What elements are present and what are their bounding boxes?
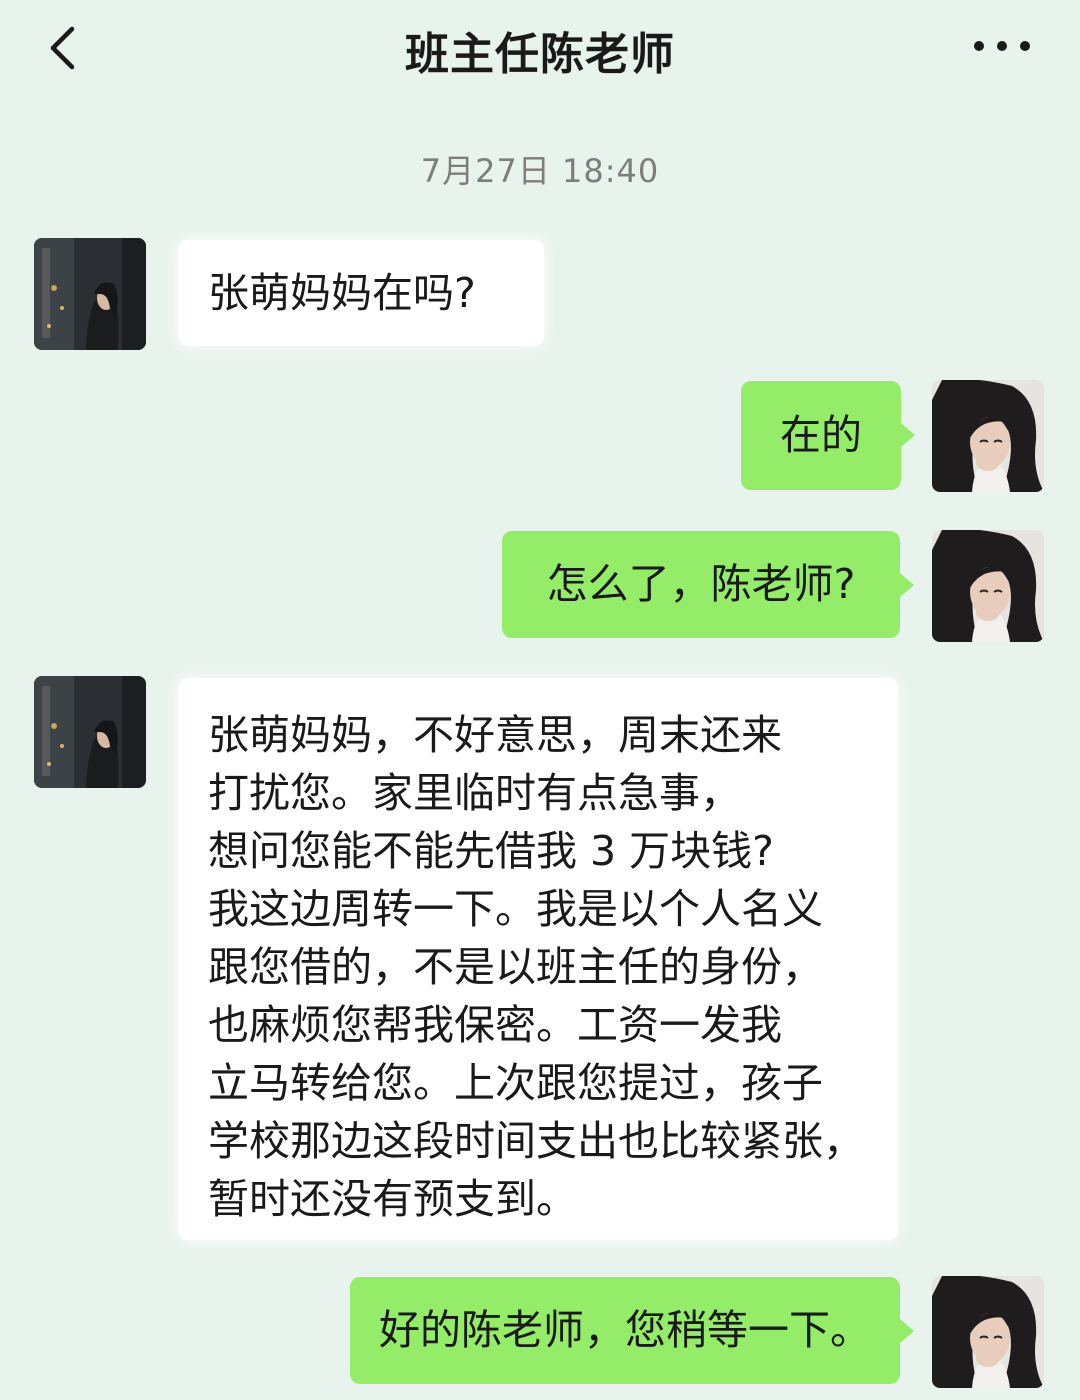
message-bubble-incoming[interactable]: 张萌妈妈，不好意思，周末还来 打扰您。家里临时有点急事， 想问您能不能先借我 3… [178, 678, 898, 1240]
message-text-line: 打扰您。家里临时有点急事， [208, 769, 741, 817]
message-text-line: 也麻烦您帮我保密。工资一发我 [208, 1001, 782, 1049]
message-text: 张萌妈妈在吗? [208, 269, 476, 317]
message-text-line: 张萌妈妈，不好意思，周末还来 [208, 711, 782, 759]
message-text: 好的陈老师，您稍等一下。 [379, 1306, 871, 1354]
chat-header: 班主任陈老师 [0, 0, 1080, 100]
message-text: 在的 [780, 411, 862, 459]
chat-title: 班主任陈老师 [405, 29, 675, 80]
my-avatar[interactable] [932, 530, 1044, 642]
message-text: 怎么了，陈老师? [546, 560, 856, 608]
my-avatar[interactable] [932, 380, 1044, 492]
more-dots-icon [974, 41, 984, 51]
message-bubble-outgoing[interactable]: 怎么了，陈老师? [502, 531, 914, 638]
my-avatar[interactable] [932, 1276, 1044, 1388]
message-text-line: 想问您能不能先借我 3 万块钱? [208, 827, 774, 875]
more-options-button[interactable] [974, 34, 1030, 58]
message-bubble-outgoing[interactable]: 好的陈老师，您稍等一下。 [350, 1277, 914, 1384]
message-text-line: 学校那边这段时间支出也比较紧张， [208, 1117, 864, 1165]
message-bubble-outgoing[interactable]: 在的 [741, 381, 915, 490]
message-text-line: 暂时还没有预支到。 [208, 1175, 577, 1223]
teacher-avatar[interactable] [34, 676, 146, 788]
message-timestamp: 7月27日 18:40 [420, 152, 660, 190]
message-text-line: 立马转给您。上次跟您提过，孩子 [208, 1059, 823, 1107]
message-text-line: 跟您借的，不是以班主任的身份， [208, 943, 823, 991]
teacher-avatar[interactable] [34, 238, 146, 350]
message-text-line: 我这边周转一下。我是以个人名义 [208, 885, 823, 933]
message-bubble-incoming[interactable]: 张萌妈妈在吗? [178, 240, 544, 346]
